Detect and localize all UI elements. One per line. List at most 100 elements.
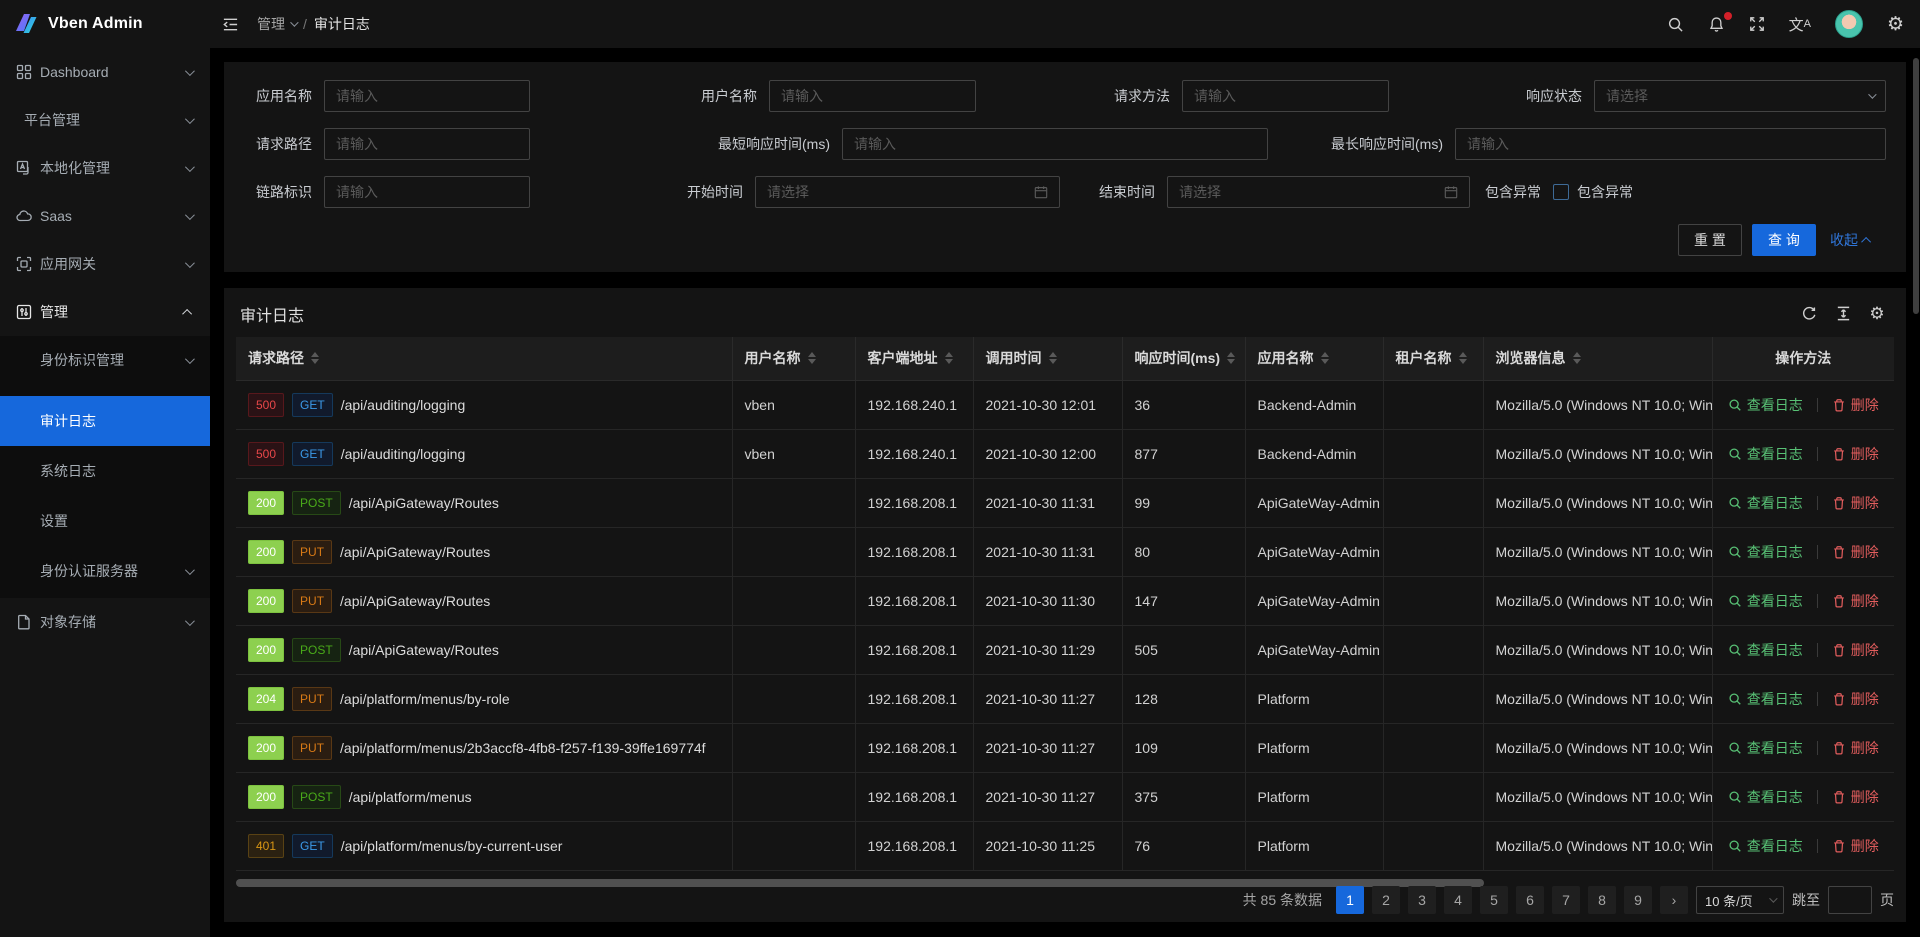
- page-button[interactable]: 7: [1552, 886, 1580, 914]
- action-divider: [1817, 790, 1818, 804]
- min-response-input[interactable]: [842, 128, 1268, 160]
- delete-button[interactable]: 删除: [1832, 640, 1879, 660]
- column-header[interactable]: 调用时间: [973, 337, 1122, 380]
- vertical-scrollbar-thumb[interactable]: [1913, 58, 1919, 314]
- delete-button[interactable]: 删除: [1832, 395, 1879, 415]
- include-exception-checkbox[interactable]: [1553, 184, 1569, 200]
- table-row[interactable]: 200 POST /api/platform/menus 192.168.208…: [236, 772, 1894, 821]
- delete-button[interactable]: 删除: [1832, 493, 1879, 513]
- sort-icon[interactable]: [1321, 352, 1329, 364]
- sidebar-item-management[interactable]: 管理: [0, 288, 210, 336]
- sidebar-item-system-log[interactable]: 系统日志: [0, 446, 210, 496]
- response-status-select[interactable]: 请选择: [1594, 80, 1886, 112]
- delete-button[interactable]: 删除: [1832, 787, 1879, 807]
- user-name-input[interactable]: [769, 80, 976, 112]
- max-response-input[interactable]: [1455, 128, 1886, 160]
- delete-button[interactable]: 删除: [1832, 542, 1879, 562]
- sidebar-item-gateway[interactable]: 应用网关: [0, 240, 210, 288]
- table-row[interactable]: 204 PUT /api/platform/menus/by-role 192.…: [236, 674, 1894, 723]
- column-header[interactable]: 响应时间(ms): [1122, 337, 1245, 380]
- page-button[interactable]: 2: [1372, 886, 1400, 914]
- translate-icon[interactable]: 文A: [1789, 14, 1811, 35]
- sidebar-item-dashboard[interactable]: Dashboard: [0, 48, 210, 96]
- sidebar-item-localization[interactable]: 本地化管理: [0, 144, 210, 192]
- table-row[interactable]: 200 PUT /api/platform/menus/2b3accf8-4fb…: [236, 723, 1894, 772]
- page-button[interactable]: 9: [1624, 886, 1652, 914]
- page-button[interactable]: 5: [1480, 886, 1508, 914]
- menu-fold-icon[interactable]: [222, 16, 239, 33]
- view-log-button[interactable]: 查看日志: [1728, 689, 1803, 709]
- trace-id-input[interactable]: [324, 176, 530, 208]
- sidebar-item-settings[interactable]: 设置: [0, 496, 210, 546]
- sort-icon[interactable]: [1049, 352, 1057, 364]
- fullscreen-icon[interactable]: [1749, 16, 1765, 32]
- page-button[interactable]: 6: [1516, 886, 1544, 914]
- column-header[interactable]: 租户名称: [1383, 337, 1483, 380]
- delete-button[interactable]: 删除: [1832, 836, 1879, 856]
- view-log-button[interactable]: 查看日志: [1728, 640, 1803, 660]
- request-path-input[interactable]: [324, 128, 530, 160]
- field-user-name: 用户名称: [685, 80, 976, 112]
- sidebar-item-identity[interactable]: 身份标识管理: [0, 336, 210, 384]
- view-log-button[interactable]: 查看日志: [1728, 444, 1803, 464]
- logo[interactable]: Vben Admin: [0, 0, 210, 48]
- page-button[interactable]: 1: [1336, 886, 1364, 914]
- sidebar-item-auth-server[interactable]: 身份认证服务器: [0, 546, 210, 596]
- view-log-button[interactable]: 查看日志: [1728, 836, 1803, 856]
- column-header[interactable]: 请求路径: [236, 337, 732, 380]
- search-button[interactable]: 查 询: [1752, 224, 1816, 256]
- collapse-filter-link[interactable]: 收起: [1830, 230, 1871, 250]
- sidebar-item-platform[interactable]: 平台管理: [0, 96, 210, 144]
- delete-button[interactable]: 删除: [1832, 591, 1879, 611]
- table-settings-icon[interactable]: ⚙: [1868, 304, 1886, 322]
- start-time-picker[interactable]: 请选择: [755, 176, 1060, 208]
- page-button[interactable]: 8: [1588, 886, 1616, 914]
- search-icon[interactable]: [1667, 16, 1684, 33]
- table-row[interactable]: 200 POST /api/ApiGateway/Routes 192.168.…: [236, 478, 1894, 527]
- settings-gear-icon[interactable]: ⚙: [1887, 15, 1904, 34]
- column-header[interactable]: 用户名称: [732, 337, 855, 380]
- request-method-input[interactable]: [1182, 80, 1389, 112]
- column-header[interactable]: 浏览器信息: [1483, 337, 1712, 380]
- page-size-select[interactable]: 10 条/页: [1696, 886, 1784, 914]
- table-row[interactable]: 500 GET /api/auditing/logging vben 192.1…: [236, 429, 1894, 478]
- view-log-button[interactable]: 查看日志: [1728, 787, 1803, 807]
- sidebar-item-saas[interactable]: Saas: [0, 192, 210, 240]
- sort-icon[interactable]: [945, 352, 953, 364]
- delete-button[interactable]: 删除: [1832, 444, 1879, 464]
- delete-button[interactable]: 删除: [1832, 689, 1879, 709]
- notification-bell-icon[interactable]: [1708, 16, 1725, 33]
- sort-icon[interactable]: [808, 352, 816, 364]
- sort-icon[interactable]: [1227, 352, 1235, 364]
- next-page-button[interactable]: ›: [1660, 886, 1688, 914]
- column-header[interactable]: 应用名称: [1245, 337, 1383, 380]
- sidebar-item-audit-log[interactable]: 审计日志: [0, 396, 210, 446]
- column-header[interactable]: 客户端地址: [855, 337, 973, 380]
- sort-icon[interactable]: [311, 352, 319, 364]
- end-time-picker[interactable]: 请选择: [1167, 176, 1470, 208]
- column-height-icon[interactable]: [1834, 304, 1852, 322]
- sidebar-item-object-storage[interactable]: 对象存储: [0, 598, 210, 646]
- reset-button[interactable]: 重 置: [1678, 224, 1742, 256]
- table-row[interactable]: 200 POST /api/ApiGateway/Routes 192.168.…: [236, 625, 1894, 674]
- avatar[interactable]: [1835, 10, 1863, 38]
- refresh-icon[interactable]: [1800, 304, 1818, 322]
- view-log-button[interactable]: 查看日志: [1728, 542, 1803, 562]
- page-button[interactable]: 4: [1444, 886, 1472, 914]
- view-log-button[interactable]: 查看日志: [1728, 591, 1803, 611]
- sort-icon[interactable]: [1459, 352, 1467, 364]
- table-row[interactable]: 500 GET /api/auditing/logging vben 192.1…: [236, 380, 1894, 429]
- view-log-button[interactable]: 查看日志: [1728, 738, 1803, 758]
- breadcrumb-section[interactable]: 管理: [257, 14, 296, 34]
- sort-icon[interactable]: [1573, 352, 1581, 364]
- table-row[interactable]: 200 PUT /api/ApiGateway/Routes 192.168.2…: [236, 527, 1894, 576]
- page-button[interactable]: 3: [1408, 886, 1436, 914]
- jump-page-input[interactable]: [1828, 886, 1872, 914]
- table-row[interactable]: 200 PUT /api/ApiGateway/Routes 192.168.2…: [236, 576, 1894, 625]
- app-name-input[interactable]: [324, 80, 530, 112]
- table-row[interactable]: 401 GET /api/platform/menus/by-current-u…: [236, 821, 1894, 870]
- delete-button[interactable]: 删除: [1832, 738, 1879, 758]
- view-log-button[interactable]: 查看日志: [1728, 493, 1803, 513]
- column-header[interactable]: 操作方法: [1712, 337, 1894, 380]
- view-log-button[interactable]: 查看日志: [1728, 395, 1803, 415]
